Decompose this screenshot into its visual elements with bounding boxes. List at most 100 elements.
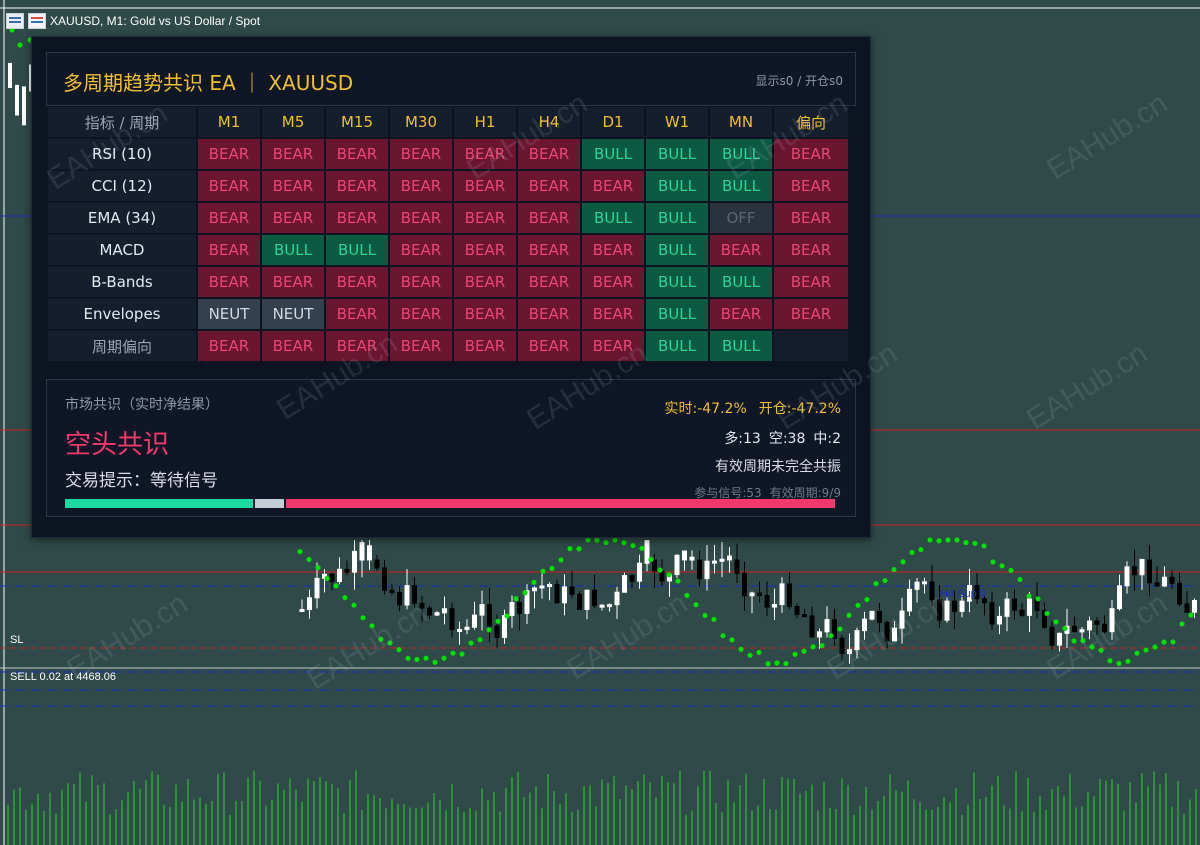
candle-body: [817, 631, 822, 638]
indicator-row: CCI (12) BEAR BEAR BEAR BEAR BEAR BEAR BEAR BULL…: [48, 171, 848, 201]
sar-dot: [621, 540, 627, 546]
candle-body: [562, 586, 567, 604]
signal-cell: BEAR: [518, 331, 580, 361]
sar-dot: [693, 602, 699, 608]
sar-dot: [900, 559, 906, 565]
sar-dot: [603, 539, 609, 546]
sar-dot: [1161, 639, 1167, 645]
sar-dot: [1089, 644, 1095, 650]
signal-cell: BEAR: [454, 203, 516, 233]
sar-dot: [1152, 644, 1158, 650]
window-menu-icon[interactable]: [6, 13, 24, 29]
candle-body: [539, 585, 545, 589]
signal-cell: BEAR: [198, 203, 260, 233]
candle-body: [622, 575, 627, 593]
signal-cell: BEAR: [326, 171, 388, 201]
sar-dot: [17, 42, 23, 48]
candle-body: [22, 86, 26, 126]
indicator-row: MACD BEAR BULL BULL BEAR BEAR BEAR BEAR BULL BEAR…: [48, 235, 848, 265]
signal-cell: BEAR: [326, 267, 388, 297]
candle-body: [922, 581, 927, 585]
candle-body: [547, 584, 552, 588]
indicator-row: B-Bands BEAR BEAR BEAR BEAR BEAR BEAR BEAR BULL B…: [48, 267, 848, 297]
sar-dot: [855, 602, 861, 608]
candle-body: [629, 575, 635, 582]
sar-dot: [792, 651, 798, 657]
candle-body: [989, 602, 995, 625]
candle-body: [839, 637, 845, 655]
candle-body: [299, 609, 305, 613]
sar-dot: [1080, 638, 1086, 644]
signal-cell: BEAR: [582, 235, 644, 265]
sar-dot: [423, 655, 429, 661]
sar-dot: [558, 557, 564, 563]
candle-body: [592, 589, 597, 606]
candle-body: [674, 554, 680, 576]
chart-type-icon[interactable]: [28, 13, 46, 29]
signal-cell: BEAR: [390, 139, 452, 169]
bias-cell: BEAR: [774, 235, 848, 265]
sar-dot: [657, 567, 663, 573]
sar-dot: [1107, 658, 1113, 664]
sar-dot: [918, 547, 924, 553]
period-header: M30: [390, 107, 452, 137]
bull-segment: [65, 499, 253, 508]
signal-cell: BEAR: [198, 139, 260, 169]
sar-dot: [675, 578, 681, 584]
signal-cell: BEAR: [710, 235, 772, 265]
signal-cell: BEAR: [390, 299, 452, 329]
sar-dot: [828, 633, 834, 639]
candle-body: [907, 588, 912, 612]
sar-dot: [972, 540, 978, 546]
sar-dot: [945, 537, 951, 543]
candle-body: [344, 568, 350, 573]
sar-dot: [1017, 576, 1023, 583]
signal-cell: BULL: [710, 139, 772, 169]
candle-body: [742, 572, 747, 597]
sar-dot: [594, 537, 600, 543]
realtime-percent: 实时:-47.2%: [664, 401, 747, 417]
sar-dot: [702, 612, 708, 619]
candle-body: [374, 559, 380, 569]
candle-body: [1072, 625, 1077, 633]
candle-body: [1102, 623, 1107, 633]
candle-body: [1154, 582, 1160, 587]
sar-dot: [414, 656, 420, 663]
candle-body: [1019, 609, 1025, 616]
sar-dot: [1071, 638, 1077, 644]
signal-cell: BEAR: [390, 235, 452, 265]
candle-body: [15, 84, 19, 116]
sar-dot: [459, 651, 465, 657]
sar-dot: [783, 660, 789, 667]
candle-body: [412, 585, 417, 604]
order-label[interactable]: SELL 0.02 at 4468.06: [10, 671, 116, 683]
sar-dot: [441, 655, 447, 661]
candle-body: [937, 599, 942, 621]
signal-cell: BEAR: [518, 299, 580, 329]
sar-dot: [684, 592, 690, 599]
signal-cell: BEAR: [198, 235, 260, 265]
consensus-grid: 指标 / 周期 M1 M5 M15 M30 H1 H4 D1 W1 MN 偏向 …: [46, 105, 850, 363]
sar-dot: [549, 565, 555, 571]
signal-cell: BEAR: [454, 299, 516, 329]
candle-body: [899, 610, 905, 629]
indicator-row: Envelopes NEUT NEUT BEAR BEAR BEAR BEAR BEAR BUL…: [48, 299, 848, 329]
candle-body: [959, 600, 965, 612]
sar-dot: [981, 543, 987, 549]
candle-body: [764, 595, 770, 608]
indicator-name: Envelopes: [48, 299, 196, 329]
candle-body: [1117, 585, 1122, 610]
sar-dot: [1044, 610, 1050, 616]
candle-body: [712, 560, 717, 564]
candle-body: [884, 621, 890, 642]
trade-tip: 交易提示：等待信号: [65, 471, 218, 491]
candle-body: [404, 585, 410, 606]
indicator-name: EMA (34): [48, 203, 196, 233]
bias-cell: [774, 331, 848, 361]
candle-body: [1109, 608, 1115, 633]
sar-dot: [297, 548, 303, 555]
candle-body: [314, 577, 320, 599]
sar-dot: [936, 538, 942, 544]
indicator-row: RSI (10) BEAR BEAR BEAR BEAR BEAR BEAR BULL BULL…: [48, 139, 848, 169]
signal-cell: BEAR: [326, 139, 388, 169]
